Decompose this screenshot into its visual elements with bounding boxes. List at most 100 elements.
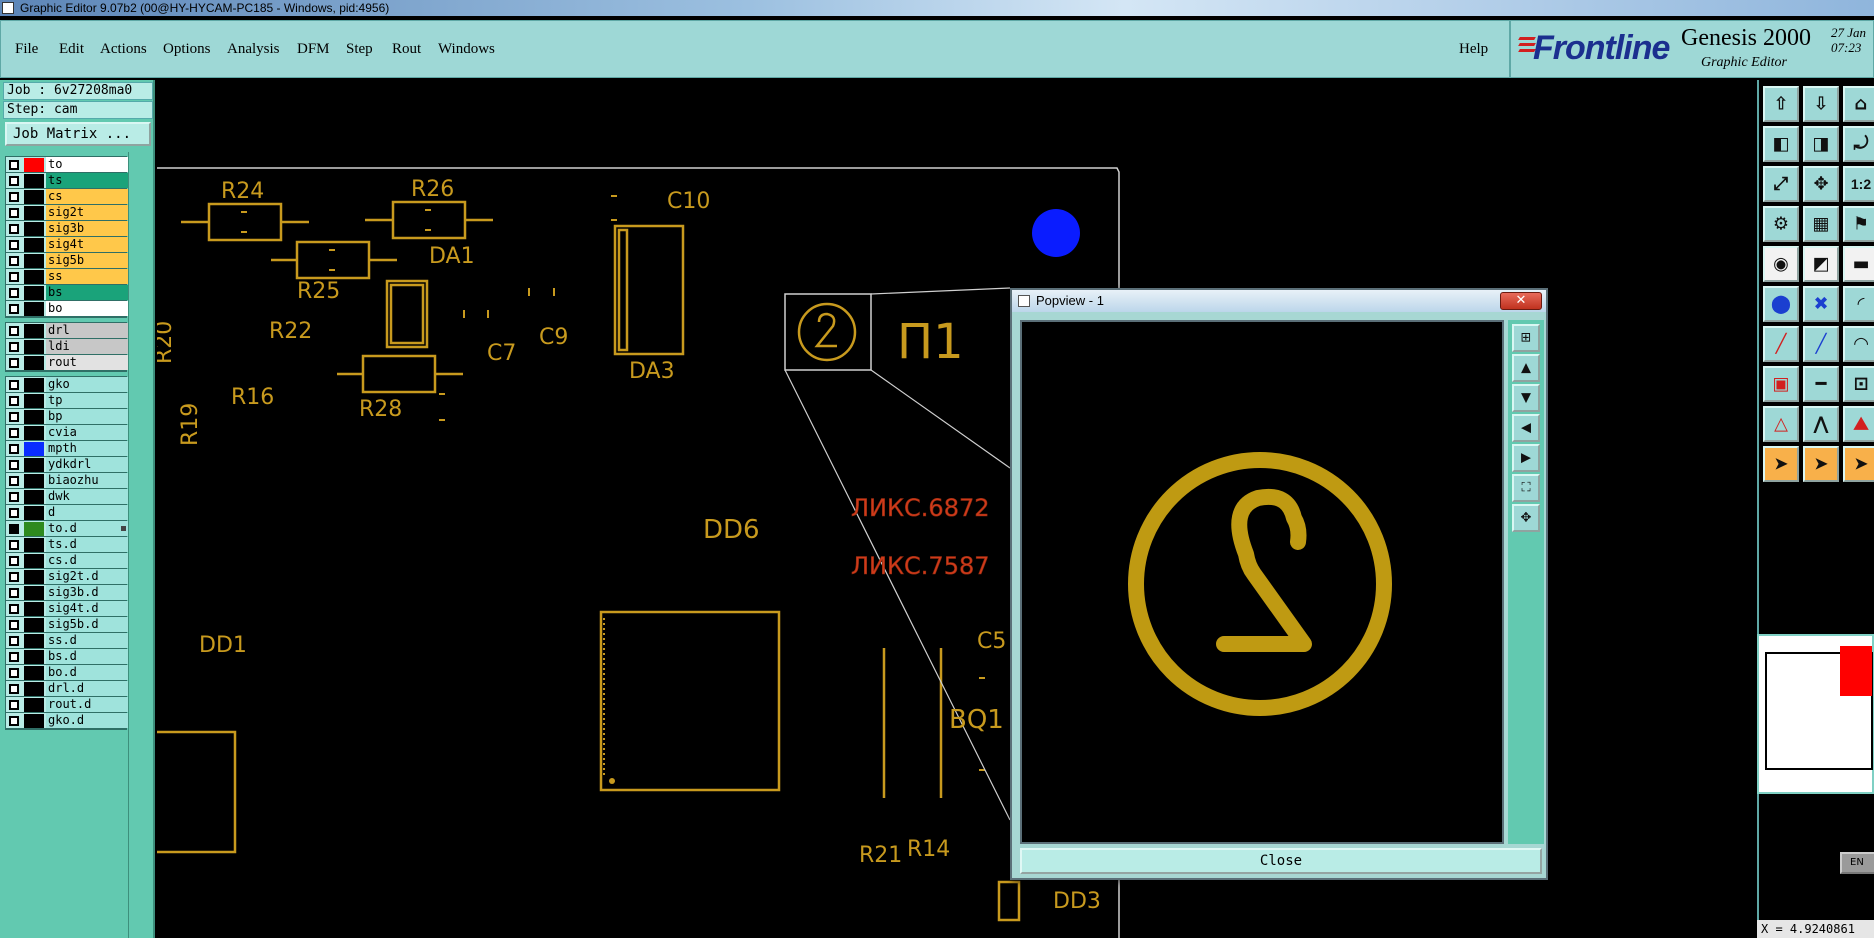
menu-file[interactable]: File [15, 41, 38, 58]
layer-row[interactable]: sig2t [6, 205, 128, 221]
layer-row[interactable]: to [6, 157, 128, 173]
layer-checkbox[interactable] [9, 540, 19, 550]
layer-row[interactable]: gko.d [6, 713, 128, 729]
line-blue-tool-button[interactable]: ╱ [1803, 326, 1839, 362]
layer-checkbox[interactable] [9, 160, 19, 170]
layer-name[interactable]: gko [46, 377, 128, 392]
layer-color-swatch[interactable] [24, 682, 44, 696]
layer-color-swatch[interactable] [24, 254, 44, 268]
layer-name[interactable]: sig5b [46, 253, 128, 268]
layer-name[interactable]: cs [46, 189, 128, 204]
layer-row[interactable]: ts [6, 173, 128, 189]
layer-name[interactable]: ss.d [46, 633, 128, 648]
layer-checkbox[interactable] [9, 380, 19, 390]
layer-name[interactable]: bo.d [46, 665, 128, 680]
layer-row[interactable]: sig4t.d [6, 601, 128, 617]
layer-row[interactable]: bo.d [6, 665, 128, 681]
layer-row[interactable]: sig5b.d [6, 617, 128, 633]
layer-row[interactable]: ts.d [6, 537, 128, 553]
layer-name[interactable]: sig2t [46, 205, 128, 220]
layer-color-swatch[interactable] [24, 554, 44, 568]
layer-name[interactable]: rout [46, 355, 128, 370]
layer-checkbox[interactable] [9, 256, 19, 266]
menu-rout[interactable]: Rout [392, 41, 421, 58]
layer-name[interactable]: drl.d [46, 681, 128, 696]
layer-color-swatch[interactable] [24, 666, 44, 680]
layer-row[interactable]: bs [6, 285, 128, 301]
layer-row[interactable]: mpth [6, 441, 128, 457]
layer-checkbox[interactable] [9, 700, 19, 710]
layer-checkbox[interactable] [9, 460, 19, 470]
layer-color-swatch[interactable] [24, 602, 44, 616]
pan-left-tool-button[interactable]: ◧ [1763, 126, 1799, 162]
layer-row[interactable]: ss [6, 269, 128, 285]
layer-checkbox[interactable] [9, 556, 19, 566]
layer-row[interactable]: sig3b [6, 221, 128, 237]
layer-color-swatch[interactable] [24, 618, 44, 632]
layer-name[interactable]: drl [46, 323, 128, 338]
layer-row[interactable]: sig5b [6, 253, 128, 269]
layer-checkbox[interactable] [9, 684, 19, 694]
line-red-tool-button[interactable]: ╱ [1763, 326, 1799, 362]
layer-name[interactable]: mpth [46, 441, 128, 456]
layer-name[interactable]: tp [46, 393, 128, 408]
layer-color-swatch[interactable] [24, 206, 44, 220]
popview-close-button[interactable]: Close [1020, 848, 1542, 874]
layer-checkbox[interactable] [9, 652, 19, 662]
layer-checkbox[interactable] [9, 588, 19, 598]
layer-up-tool-button[interactable]: ⇧ [1763, 86, 1799, 122]
layer-row[interactable]: to.d [6, 521, 128, 537]
layer-row[interactable]: bo [6, 301, 128, 317]
layer-color-swatch[interactable] [24, 302, 44, 316]
layer-row[interactable]: tp [6, 393, 128, 409]
layer-name[interactable]: bs.d [46, 649, 128, 664]
layer-color-swatch[interactable] [24, 634, 44, 648]
layer-name[interactable]: sig2t.d [46, 569, 128, 584]
layer-checkbox[interactable] [9, 636, 19, 646]
layer-name[interactable]: bs [46, 285, 128, 300]
layer-row[interactable]: ydkdrl [6, 457, 128, 473]
connect-tool-button[interactable]: ⬤ [1763, 286, 1799, 322]
popview-fit-button[interactable]: ⛶ [1512, 474, 1540, 502]
layer-color-swatch[interactable] [24, 650, 44, 664]
curve-tool-button[interactable]: ◠ [1843, 326, 1874, 362]
layer-row[interactable]: bs.d [6, 649, 128, 665]
popview-zoom-in-button[interactable]: ⊞ [1512, 324, 1540, 352]
layer-name[interactable]: dwk [46, 489, 128, 504]
layer-row[interactable]: d [6, 505, 128, 521]
layer-row[interactable]: drl [6, 323, 128, 339]
pan-right-tool-button[interactable]: ◨ [1803, 126, 1839, 162]
layer-checkbox[interactable] [9, 396, 19, 406]
layer-color-swatch[interactable] [24, 270, 44, 284]
layer-name[interactable]: bp [46, 409, 128, 424]
layer-color-swatch[interactable] [24, 222, 44, 236]
pointer-orange-tool-button[interactable]: ➤ [1843, 446, 1874, 482]
menu-dfm[interactable]: DFM [297, 41, 330, 58]
layer-row[interactable]: bp [6, 409, 128, 425]
popview-canvas[interactable] [1020, 320, 1504, 844]
pointer-tool-button[interactable]: ➤ [1763, 446, 1799, 482]
layer-checkbox[interactable] [9, 304, 19, 314]
layer-name[interactable]: ts.d [46, 537, 128, 552]
layer-row[interactable]: cvia [6, 425, 128, 441]
layer-checkbox[interactable] [9, 524, 19, 534]
layer-checkbox[interactable] [9, 572, 19, 582]
layer-color-swatch[interactable] [24, 190, 44, 204]
layer-checkbox[interactable] [9, 176, 19, 186]
zoom-ratio-tool-button[interactable]: ⤾ [1843, 126, 1874, 162]
peak-tool-button[interactable]: ⋀ [1803, 406, 1839, 442]
layer-color-swatch[interactable] [24, 174, 44, 188]
layer-name[interactable]: cs.d [46, 553, 128, 568]
layer-checkbox[interactable] [9, 208, 19, 218]
menu-edit[interactable]: Edit [59, 41, 84, 58]
pointer-alt-tool-button[interactable]: ➤ [1803, 446, 1839, 482]
layer-name[interactable]: rout.d [46, 697, 128, 712]
layer-color-swatch[interactable] [24, 522, 44, 536]
layer-row[interactable]: ss.d [6, 633, 128, 649]
layer-row[interactable]: ldi [6, 339, 128, 355]
layer-row[interactable]: sig4t [6, 237, 128, 253]
layer-color-swatch[interactable] [24, 506, 44, 520]
layer-checkbox[interactable] [9, 192, 19, 202]
menu-actions[interactable]: Actions [100, 41, 147, 58]
layer-color-swatch[interactable] [24, 394, 44, 408]
